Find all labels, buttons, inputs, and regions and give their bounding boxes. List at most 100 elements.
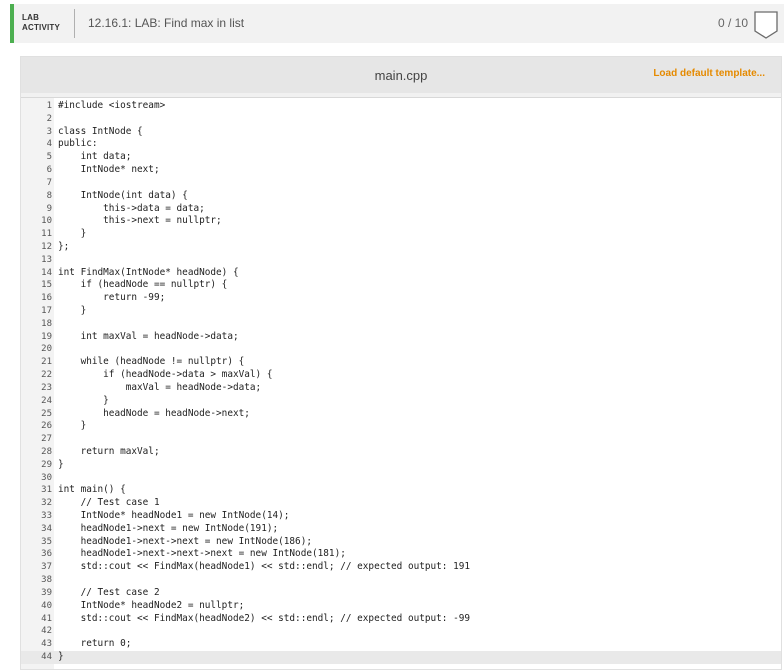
line-number: 22 <box>41 370 52 381</box>
code-line-text[interactable]: this->data = data; <box>58 203 205 216</box>
code-line-text[interactable]: while (headNode != nullptr) { <box>58 356 245 369</box>
code-line[interactable]: 20 <box>21 343 781 356</box>
code-line-text[interactable]: if (headNode == nullptr) { <box>58 279 228 292</box>
code-line-text[interactable]: IntNode(int data) { <box>58 190 188 203</box>
code-line-text[interactable]: int main() { <box>58 484 126 497</box>
code-line[interactable]: 23 maxVal = headNode->data; <box>21 382 781 395</box>
code-line[interactable]: 4 public: <box>21 138 781 151</box>
code-line-text[interactable]: } <box>58 395 109 408</box>
code-line-text[interactable]: } <box>58 228 87 241</box>
load-default-template-link[interactable]: Load default template... <box>653 68 765 79</box>
line-number: 9 <box>46 203 52 214</box>
code-line[interactable]: 41 std::cout << FindMax(headNode2) << st… <box>21 613 781 626</box>
line-number: 5 <box>46 152 52 163</box>
code-line[interactable]: 32 // Test case 1 <box>21 497 781 510</box>
code-line-text[interactable]: } <box>58 305 87 318</box>
code-line[interactable]: 1 #include <iostream> <box>21 100 781 113</box>
code-line[interactable]: 42 <box>21 625 781 638</box>
code-line-text[interactable]: std::cout << FindMax(headNode1) << std::… <box>58 561 470 574</box>
code-line[interactable]: 27 <box>21 433 781 446</box>
code-line-text[interactable]: IntNode* headNode2 = nullptr; <box>58 600 245 613</box>
score-badge-icon <box>754 11 778 39</box>
code-line-text[interactable]: this->next = nullptr; <box>58 215 222 228</box>
code-line[interactable]: 38 <box>21 574 781 587</box>
code-line-text[interactable]: return 0; <box>58 638 132 651</box>
code-line[interactable]: 19 int maxVal = headNode->data; <box>21 331 781 344</box>
code-line-text[interactable]: return -99; <box>58 292 165 305</box>
code-line-text[interactable]: headNode1->next = new IntNode(191); <box>58 523 279 536</box>
code-line-text[interactable]: } <box>58 420 87 433</box>
line-number: 1 <box>46 101 52 111</box>
code-line[interactable]: 44} <box>21 650 781 664</box>
code-line[interactable]: 2 <box>21 113 781 126</box>
code-line[interactable]: 28 return maxVal; <box>21 446 781 459</box>
code-line[interactable]: 7 <box>21 177 781 190</box>
code-line[interactable]: 17 } <box>21 305 781 318</box>
code-line-text[interactable]: headNode1->next->next->next = new IntNod… <box>58 548 346 561</box>
line-number: 4 <box>46 139 52 150</box>
code-line[interactable]: 5 int data; <box>21 151 781 164</box>
code-line[interactable]: 36 headNode1->next->next->next = new Int… <box>21 548 781 561</box>
code-line[interactable]: 31 int main() { <box>21 484 781 497</box>
code-line[interactable]: 37 std::cout << FindMax(headNode1) << st… <box>21 561 781 574</box>
code-line[interactable]: 39 // Test case 2 <box>21 587 781 600</box>
code-line[interactable]: 26 } <box>21 420 781 433</box>
code-line[interactable]: 16 return -99; <box>21 292 781 305</box>
code-line[interactable]: 34 headNode1->next = new IntNode(191); <box>21 523 781 536</box>
code-line-text[interactable]: // Test case 2 <box>58 587 160 600</box>
code-line-text[interactable]: }; <box>58 241 69 254</box>
code-line-text[interactable]: return maxVal; <box>58 446 160 459</box>
line-number: 29 <box>41 459 52 470</box>
code-line-text[interactable]: } <box>58 651 64 664</box>
code-line[interactable]: 30 <box>21 472 781 485</box>
code-line[interactable]: 35 headNode1->next->next = new IntNode(1… <box>21 536 781 549</box>
header-divider <box>74 9 75 38</box>
code-line-text[interactable]: maxVal = headNode->data; <box>58 382 261 395</box>
code-editor-panel: main.cpp Load default template... 1 #incl… <box>20 56 782 670</box>
code-line[interactable]: 29} <box>21 459 781 472</box>
code-line[interactable]: 12}; <box>21 241 781 254</box>
code-line[interactable]: 22 if (headNode->data > maxVal) { <box>21 369 781 382</box>
line-number: 31 <box>41 485 52 496</box>
code-line-text[interactable]: #include <iostream> <box>58 100 165 113</box>
line-number: 16 <box>41 293 52 304</box>
code-line-text[interactable]: headNode = headNode->next; <box>58 408 250 421</box>
code-line[interactable]: 10 this->next = nullptr; <box>21 215 781 228</box>
code-area[interactable]: 1 #include <iostream> 2 3 class IntNode {4 pu… <box>21 100 781 664</box>
code-line[interactable]: 43 return 0; <box>21 638 781 651</box>
code-line[interactable]: 24 } <box>21 395 781 408</box>
code-line-text[interactable]: IntNode* next; <box>58 164 160 177</box>
code-line[interactable]: 21 while (headNode != nullptr) { <box>21 356 781 369</box>
code-line-text[interactable]: // Test case 1 <box>58 497 160 510</box>
code-line[interactable]: 13 <box>21 254 781 267</box>
code-line-text[interactable]: class IntNode { <box>58 126 143 139</box>
code-line[interactable]: 6 IntNode* next; <box>21 164 781 177</box>
code-line-text[interactable]: std::cout << FindMax(headNode2) << std::… <box>58 613 470 626</box>
line-number: 12 <box>41 241 52 252</box>
code-line[interactable]: 25 headNode = headNode->next; <box>21 408 781 421</box>
code-line[interactable]: 8 IntNode(int data) { <box>21 190 781 203</box>
line-number: 17 <box>41 306 52 316</box>
code-line[interactable]: 14 int FindMax(IntNode* headNode) { <box>21 267 781 280</box>
line-number: 39 <box>41 587 52 598</box>
line-number: 27 <box>41 434 52 445</box>
code-line[interactable]: 3 class IntNode { <box>21 126 781 139</box>
code-editor[interactable]: 1 #include <iostream> 2 3 class IntNode {4 pu… <box>21 97 781 669</box>
line-number: 15 <box>41 280 52 291</box>
code-line-text[interactable]: } <box>58 459 64 472</box>
code-line-text[interactable]: if (headNode->data > maxVal) { <box>58 369 272 382</box>
code-line[interactable]: 18 <box>21 318 781 331</box>
code-line[interactable]: 33 IntNode* headNode1 = new IntNode(14); <box>21 510 781 523</box>
code-line-text[interactable]: headNode1->next->next = new IntNode(186)… <box>58 536 312 549</box>
code-line[interactable]: 15 if (headNode == nullptr) { <box>21 279 781 292</box>
code-line[interactable]: 11 } <box>21 228 781 241</box>
line-number: 6 <box>46 165 52 176</box>
code-line-text[interactable]: int data; <box>58 151 132 164</box>
code-line-text[interactable]: int maxVal = headNode->data; <box>58 331 239 344</box>
code-line-text[interactable]: public: <box>58 138 98 151</box>
line-number: 40 <box>41 600 52 611</box>
code-line-text[interactable]: IntNode* headNode1 = new IntNode(14); <box>58 510 290 523</box>
code-line[interactable]: 40 IntNode* headNode2 = nullptr; <box>21 600 781 613</box>
code-line-text[interactable]: int FindMax(IntNode* headNode) { <box>58 267 239 280</box>
code-line[interactable]: 9 this->data = data; <box>21 203 781 216</box>
